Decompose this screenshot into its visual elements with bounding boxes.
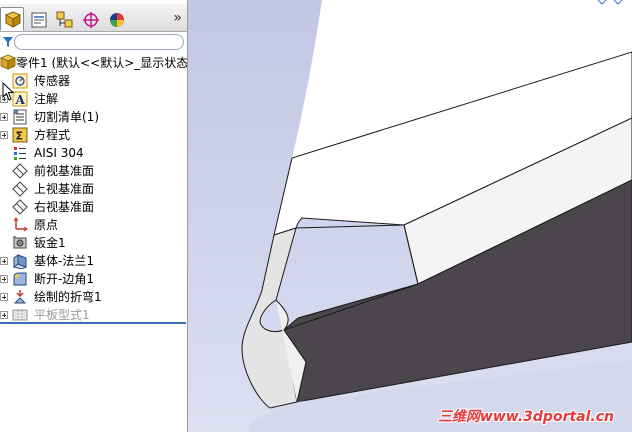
feature-tree-filter-input[interactable] [14,34,184,50]
tree-item[interactable]: 传感器 [0,72,187,90]
property-manager-icon [31,12,47,28]
tree-item-label: AISI 304 [34,146,84,160]
plane-icon [12,163,28,179]
origin-icon [13,217,28,232]
break-corner-icon [13,272,27,286]
expand-toggle-icon[interactable] [0,311,8,319]
rollback-bar[interactable] [0,322,186,324]
sheet-metal-part-model [241,0,632,432]
sketched-bend-icon [13,290,27,304]
part-icon [0,54,16,70]
plane-icon [12,199,28,215]
plane-icon [12,181,28,197]
sheet-metal-icon [13,236,27,249]
material-icon [14,147,26,160]
tree-item[interactable]: 切割清单(1) [0,108,187,126]
svg-text:Σ: Σ [16,130,24,143]
configuration-icon [56,11,73,28]
dimxpert-icon [83,12,99,28]
expand-toggle-icon[interactable] [0,131,8,139]
tree-item[interactable]: 上视基准面 [0,180,187,198]
expand-toggle-icon[interactable] [0,293,8,301]
equation-icon: Σ [12,127,28,143]
mouse-cursor [2,82,15,101]
more-tabs-chevron[interactable]: » [173,10,182,26]
tree-item-label: 钣金1 [34,236,66,250]
expand-toggle-icon[interactable] [0,275,8,283]
expand-toggle-icon[interactable] [0,113,8,121]
tab-display-manager[interactable] [104,7,128,31]
flat-pattern-icon [12,309,28,321]
watermark: 三维网www.3dportal.cn [437,409,614,425]
tree-item-label: 切割清单(1) [34,110,99,124]
tree-item-label: 右视基准面 [34,200,95,214]
tree-item[interactable]: 右视基准面 [0,198,187,216]
base-flange-icon [12,254,28,269]
tree-item-label: 断开-边角1 [34,272,94,286]
tree-item[interactable]: 基体-法兰1 [0,252,187,270]
tree-item[interactable]: 断开-边角1 [0,270,187,288]
tab-configuration-manager[interactable] [52,7,76,31]
svg-text:A: A [15,93,26,107]
tree-item-label: 绘制的折弯1 [34,290,102,304]
tree-item-label: 前视基准面 [34,164,95,178]
tree-item-label: 原点 [34,218,59,232]
tree-item[interactable]: 前视基准面 [0,162,187,180]
tree-item[interactable]: Σ 方程式 [0,126,187,144]
tab-property-manager[interactable] [26,7,50,31]
tree-item-label: 平板型式1 [34,308,90,322]
tree-item-label: 基体-法兰1 [34,254,94,268]
tree-item-label: 传感器 [34,74,71,88]
graphics-area[interactable]: 三维网www.3dportal.cn [188,0,632,432]
tree-item-label: 上视基准面 [34,182,95,196]
filter-icon[interactable] [2,36,14,48]
cut-list-icon [13,109,27,125]
tree-item[interactable]: 原点 [0,216,187,234]
tree-item[interactable]: A 注解 [0,90,187,108]
tab-dimxpert-manager[interactable] [78,7,102,31]
tree-item-label: 方程式 [34,128,71,142]
tab-feature-manager[interactable] [0,7,24,31]
feature-tree-icon [4,11,22,28]
tree-item[interactable]: 绘制的折弯1 [0,288,187,306]
tree-item[interactable]: AISI 304 [0,144,187,162]
manager-tab-bar: » [0,4,187,32]
tree-root-label[interactable]: 零件1 (默认<<默认>_显示状态 [16,56,187,70]
display-manager-icon [110,13,124,27]
tree-item-label: 注解 [34,92,59,106]
expand-toggle-icon[interactable] [0,257,8,265]
feature-manager-panel: » 零件1 (默认<<默认>_显示状态 传感器 A 注解切割清单(1) Σ 方程式 AIS… [0,0,188,432]
tree-item[interactable]: 钣金1 [0,234,187,252]
